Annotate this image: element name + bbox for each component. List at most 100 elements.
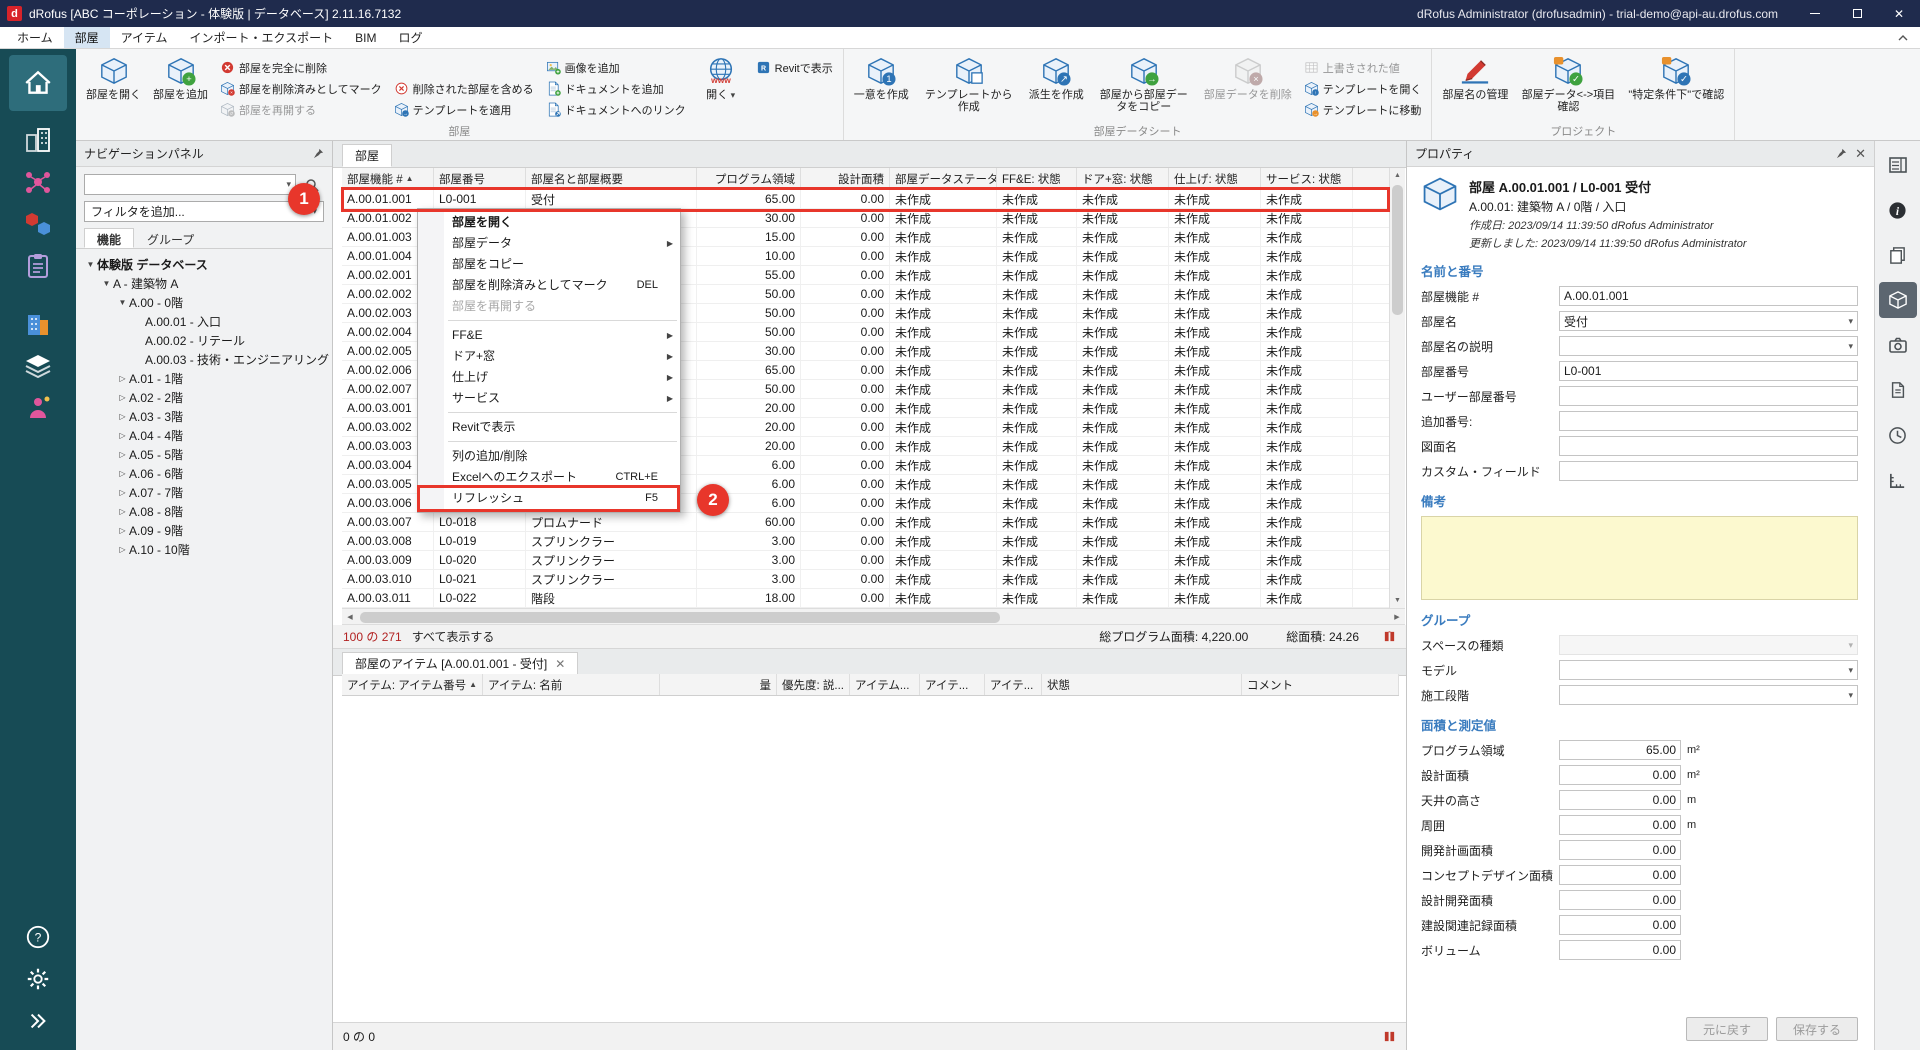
nav-module-network-button[interactable]: [9, 161, 67, 203]
ribbon-www-open-button[interactable]: www開く ▾: [694, 53, 748, 103]
menu-item-doors-windows[interactable]: ドア+窓▶: [418, 346, 680, 367]
column-header-5[interactable]: 設計面積: [801, 168, 890, 189]
custom-field-input[interactable]: [1559, 461, 1858, 481]
drawing-name-input[interactable]: [1559, 436, 1858, 456]
table-vertical-scrollbar[interactable]: ▲ ▼: [1389, 168, 1405, 608]
menu-tab-home[interactable]: ホーム: [6, 27, 64, 48]
close-panel-icon[interactable]: ✕: [1855, 146, 1866, 162]
tree-item[interactable]: ▷A.01 - 1階: [78, 369, 330, 388]
tree-item[interactable]: ▼体験版 データベース: [78, 255, 330, 274]
ribbon-add-room-button[interactable]: +部屋を追加: [149, 53, 212, 103]
items-column-header-8[interactable]: 状態: [1042, 674, 1242, 695]
ribbon-apply-template-button[interactable]: →テンプレートを適用: [390, 99, 538, 120]
nav-module-people-button[interactable]: [9, 387, 67, 429]
ribbon-manage-room-names-button[interactable]: 部屋名の管理: [1438, 53, 1512, 103]
tool-measure-button[interactable]: [1879, 462, 1917, 498]
items-column-header-1[interactable]: アイテム: アイテム番号▲: [342, 674, 483, 695]
vertical-scroll-thumb[interactable]: [1392, 185, 1403, 315]
tree-item[interactable]: ▼A - 建築物 A: [78, 274, 330, 293]
ribbon-open-room-button[interactable]: 部屋を開く: [82, 53, 145, 103]
tree-collapsed-icon[interactable]: ▷: [116, 412, 129, 421]
program-area-input[interactable]: 65.00: [1559, 740, 1681, 760]
nav-module-documents-button[interactable]: [9, 245, 67, 287]
nav-module-layers-button[interactable]: [9, 345, 67, 387]
ribbon-link-document-button[interactable]: ドキュメントへのリンク: [542, 99, 690, 120]
nav-module-items-button[interactable]: [9, 203, 67, 245]
nav-tab-機能[interactable]: 機能: [84, 228, 134, 248]
close-button[interactable]: ✕: [1878, 0, 1920, 27]
items-column-header-4[interactable]: 優先度: 説...: [777, 674, 850, 695]
scroll-up-icon[interactable]: ▲: [1390, 168, 1405, 183]
table-row[interactable]: A.00.03.008L0-019スプリンクラー3.000.00未作成未作成未作…: [342, 532, 1389, 551]
pin-icon[interactable]: [313, 148, 324, 159]
tree-expanded-icon[interactable]: ▼: [116, 298, 129, 307]
table-horizontal-scrollbar[interactable]: ◀ ▶: [342, 608, 1405, 625]
menu-item-mark-room-deleted[interactable]: 部屋を削除済みとしてマークDEL: [418, 275, 680, 296]
tree-collapsed-icon[interactable]: ▷: [116, 469, 129, 478]
tree-item[interactable]: ▷A.04 - 4階: [78, 426, 330, 445]
scroll-down-icon[interactable]: ▼: [1390, 593, 1405, 608]
settings-button[interactable]: [9, 958, 67, 1000]
tool-camera-button[interactable]: [1879, 327, 1917, 363]
tree-item[interactable]: ▷A.02 - 2階: [78, 388, 330, 407]
table-row[interactable]: A.00.01.001L0-001受付65.000.00未作成未作成未作成未作成…: [342, 190, 1389, 209]
tool-info-button[interactable]: i: [1879, 192, 1917, 228]
ribbon-create-derived-button[interactable]: ↗派生を作成: [1025, 53, 1088, 103]
show-all-link[interactable]: すべて表示する: [412, 628, 495, 645]
items-column-header-6[interactable]: アイテ...: [920, 674, 985, 695]
menu-item-refresh[interactable]: リフレッシュF5: [418, 488, 680, 509]
log-book-icon[interactable]: [1383, 630, 1396, 643]
column-header-1[interactable]: 部屋機能 #▲: [342, 168, 434, 189]
close-tab-icon[interactable]: ✕: [555, 657, 565, 671]
construction-stage-select[interactable]: ▾: [1559, 685, 1858, 705]
tree-collapsed-icon[interactable]: ▷: [116, 488, 129, 497]
tree-item[interactable]: ▷A.07 - 7階: [78, 483, 330, 502]
volume-input[interactable]: 0.00: [1559, 940, 1681, 960]
menu-tab-bim[interactable]: BIM: [344, 27, 387, 48]
menu-tab-log[interactable]: ログ: [387, 27, 433, 48]
ribbon-show-in-revit-button[interactable]: RRevitで表示: [752, 57, 837, 78]
ribbon-add-document-button[interactable]: ドキュメントを追加: [542, 78, 690, 99]
room-name-select[interactable]: 受付▾: [1559, 311, 1858, 331]
additional-number-input[interactable]: [1559, 411, 1858, 431]
column-header-7[interactable]: FF&E: 状態: [997, 168, 1077, 189]
tree-item[interactable]: A.00.01 - 入口: [78, 312, 330, 331]
tree-item[interactable]: ▷A.06 - 6階: [78, 464, 330, 483]
menu-tab-items[interactable]: アイテム: [110, 27, 179, 48]
menu-item-finishes[interactable]: 仕上げ▶: [418, 367, 680, 388]
tree-item[interactable]: ▼A.00 - 0階: [78, 293, 330, 312]
tree-item[interactable]: A.00.03 - 技術・エンジニアリング: [78, 350, 330, 369]
space-type-select[interactable]: ▾: [1559, 635, 1858, 655]
ribbon-collapse-icon[interactable]: [1894, 30, 1912, 46]
tree-collapsed-icon[interactable]: ▷: [116, 431, 129, 440]
log-book-icon[interactable]: [1383, 1030, 1396, 1043]
tree-collapsed-icon[interactable]: ▷: [116, 450, 129, 459]
ribbon-add-image-button[interactable]: 画像を追加: [542, 57, 690, 78]
menu-item-export-to-excel[interactable]: ExcelへのエクスポートCTRL+E: [418, 467, 680, 488]
tree-collapsed-icon[interactable]: ▷: [116, 545, 129, 554]
undo-button[interactable]: 元に戻す: [1686, 1017, 1768, 1041]
menu-item-services[interactable]: サービス▶: [418, 388, 680, 409]
tree-collapsed-icon[interactable]: ▷: [116, 374, 129, 383]
table-row[interactable]: A.00.03.009L0-020スプリンクラー3.000.00未作成未作成未作…: [342, 551, 1389, 570]
ribbon-delete-room-permanently-button[interactable]: 部屋を完全に削除: [216, 57, 386, 78]
menu-item-add-remove-columns[interactable]: 列の追加/削除: [418, 446, 680, 467]
tab-rooms[interactable]: 部屋: [342, 144, 392, 167]
nav-module-bim-building-button[interactable]: [9, 303, 67, 345]
model-select[interactable]: ▾: [1559, 660, 1858, 680]
scroll-right-icon[interactable]: ▶: [1389, 609, 1405, 624]
notes-textarea[interactable]: [1421, 516, 1858, 600]
items-column-header-2[interactable]: アイテム: 名前: [483, 674, 660, 695]
concept-design-area-input[interactable]: 0.00: [1559, 865, 1681, 885]
column-header-6[interactable]: 部屋データステータス: [890, 168, 997, 189]
save-button[interactable]: 保存する: [1776, 1017, 1858, 1041]
table-row[interactable]: A.00.03.010L0-021スプリンクラー3.000.00未作成未作成未作…: [342, 570, 1389, 589]
ribbon-create-unique-button[interactable]: 1一意を作成: [850, 53, 913, 103]
room-name-description-select[interactable]: ▾: [1559, 336, 1858, 356]
tree-item[interactable]: ▷A.10 - 10階: [78, 540, 330, 559]
room-number-input[interactable]: L0-001: [1559, 361, 1858, 381]
menu-item-ffe[interactable]: FF&E▶: [418, 325, 680, 346]
ceiling-height-input[interactable]: 0.00: [1559, 790, 1681, 810]
menu-item-open-room[interactable]: 部屋を開く: [418, 212, 680, 233]
items-column-header-5[interactable]: アイテム...: [850, 674, 920, 695]
